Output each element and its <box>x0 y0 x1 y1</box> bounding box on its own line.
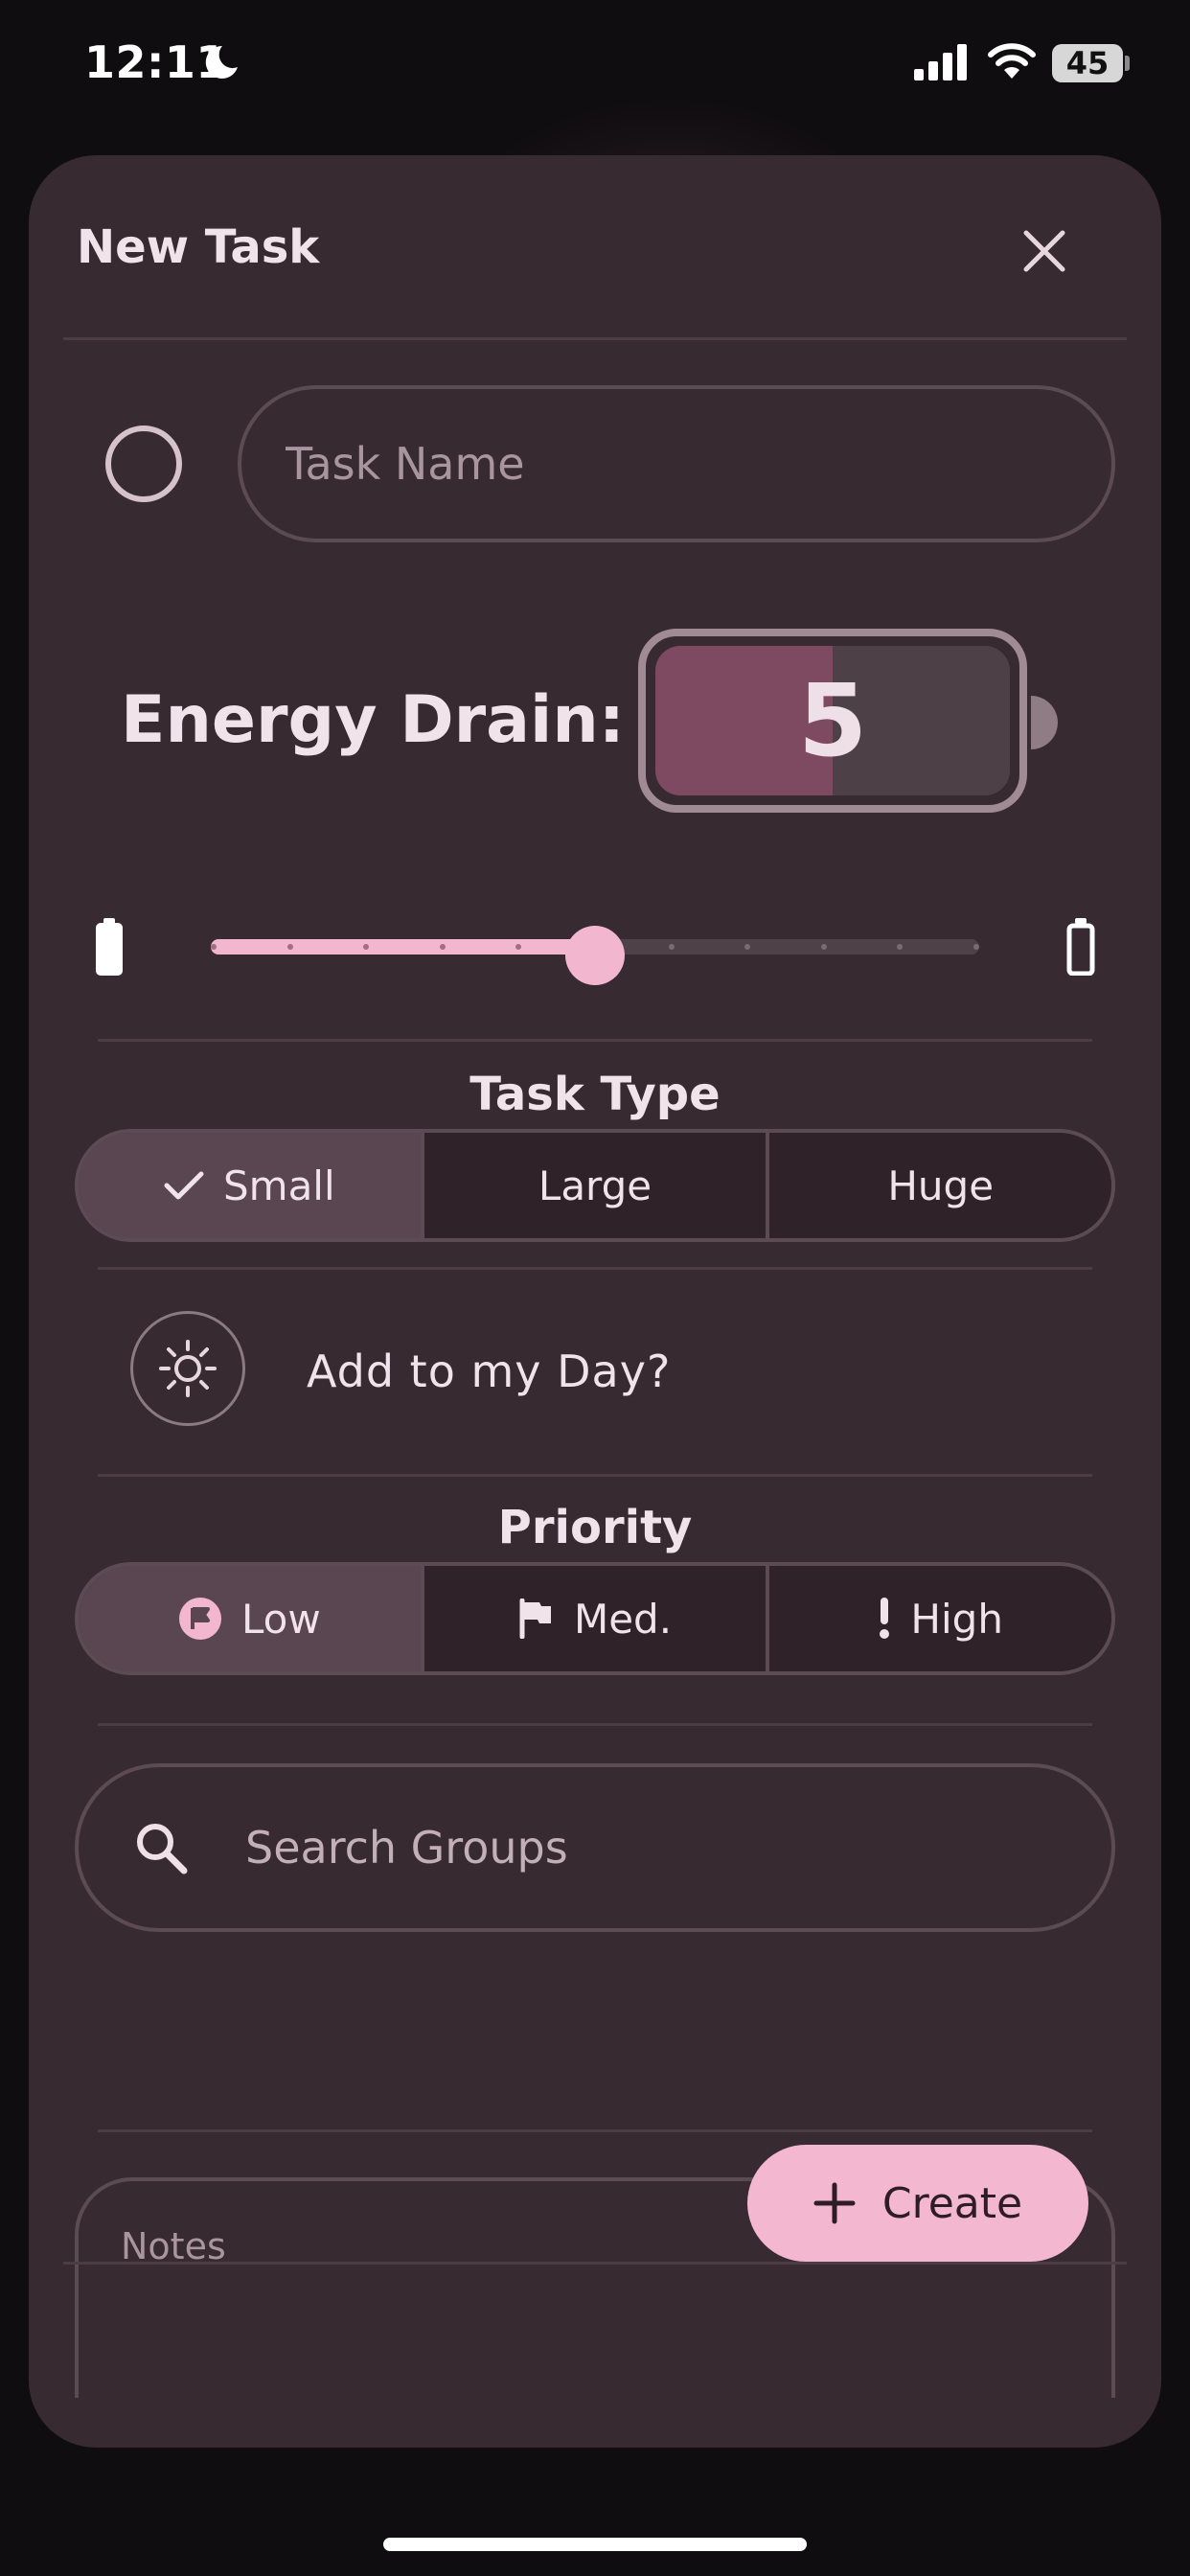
slider-tick <box>668 944 675 950</box>
priority-med-label: Med. <box>573 1595 673 1643</box>
check-icon <box>164 1171 204 1200</box>
slider-tick <box>286 944 293 950</box>
footer-divider <box>63 2262 1127 2265</box>
task-name-field[interactable] <box>238 385 1115 542</box>
search-icon <box>137 1824 188 1874</box>
battery-cap <box>1031 696 1058 749</box>
task-complete-radio[interactable] <box>105 426 182 502</box>
priority-high-label: High <box>910 1595 1003 1643</box>
priority-low-label: Low <box>240 1595 321 1643</box>
task-type-large-label: Large <box>538 1162 652 1209</box>
task-type-segmented-control: Small Large Huge <box>75 1129 1115 1242</box>
battery-full-icon <box>96 918 123 976</box>
task-type-small[interactable]: Small <box>79 1133 424 1238</box>
sheet-title: New Task <box>77 220 320 274</box>
wifi-icon <box>988 43 1036 79</box>
create-button[interactable]: Create <box>747 2145 1088 2262</box>
priority-divider <box>98 1723 1092 1726</box>
exclamation-icon <box>880 1598 890 1639</box>
day-divider <box>98 1474 1092 1477</box>
battery-empty-icon <box>1066 918 1095 976</box>
energy-slider-thumb[interactable] <box>565 926 625 985</box>
task-type-huge[interactable]: Huge <box>769 1133 1111 1238</box>
moon-icon <box>205 45 238 79</box>
flag-circle-icon <box>178 1598 221 1640</box>
battery-icon: 45 <box>1052 44 1123 82</box>
slider-tick <box>439 944 446 950</box>
flag-icon <box>519 1598 551 1639</box>
priority-high[interactable]: High <box>769 1566 1111 1671</box>
close-icon <box>1023 230 1065 272</box>
priority-med[interactable]: Med. <box>423 1566 770 1671</box>
task-name-input[interactable] <box>286 438 1111 490</box>
priority-label: Priority <box>497 1501 693 1554</box>
search-divider <box>98 2129 1092 2132</box>
create-label: Create <box>881 2178 1023 2228</box>
battery-percent: 45 <box>1065 45 1110 81</box>
priority-segmented-control: Low Med. High <box>75 1562 1115 1675</box>
type-divider <box>98 1267 1092 1270</box>
search-groups-field[interactable] <box>75 1763 1115 1932</box>
plus-icon <box>813 2182 856 2224</box>
energy-battery-display: 5 <box>638 629 1027 813</box>
task-type-small-label: Small <box>223 1162 335 1209</box>
close-button[interactable] <box>1016 222 1073 280</box>
search-groups-input[interactable] <box>245 1822 1012 1874</box>
slider-tick <box>744 944 751 950</box>
sun-icon <box>159 1340 217 1397</box>
slider-tick <box>820 944 827 950</box>
new-task-sheet: New Task Energy Drain: 5 Task Type <box>29 155 1161 2448</box>
add-to-day-button[interactable] <box>130 1311 245 1426</box>
energy-drain-label: Energy Drain: <box>121 682 625 758</box>
slider-tick <box>897 944 904 950</box>
header-divider <box>63 337 1127 340</box>
add-to-day-label[interactable]: Add to my Day? <box>307 1346 671 1397</box>
task-type-large[interactable]: Large <box>423 1133 770 1238</box>
battery-nub <box>1125 56 1130 71</box>
home-indicator[interactable] <box>383 2538 807 2551</box>
battery-inner: 5 <box>655 646 1010 795</box>
energy-value: 5 <box>797 662 868 779</box>
task-type-huge-label: Huge <box>887 1162 995 1209</box>
energy-divider <box>98 1039 1092 1042</box>
cellular-signal-icon <box>914 44 967 80</box>
slider-tick <box>973 944 979 950</box>
slider-tick <box>211 944 217 950</box>
task-type-label: Task Type <box>469 1068 721 1121</box>
priority-low[interactable]: Low <box>79 1566 424 1671</box>
energy-slider-active <box>211 939 595 954</box>
